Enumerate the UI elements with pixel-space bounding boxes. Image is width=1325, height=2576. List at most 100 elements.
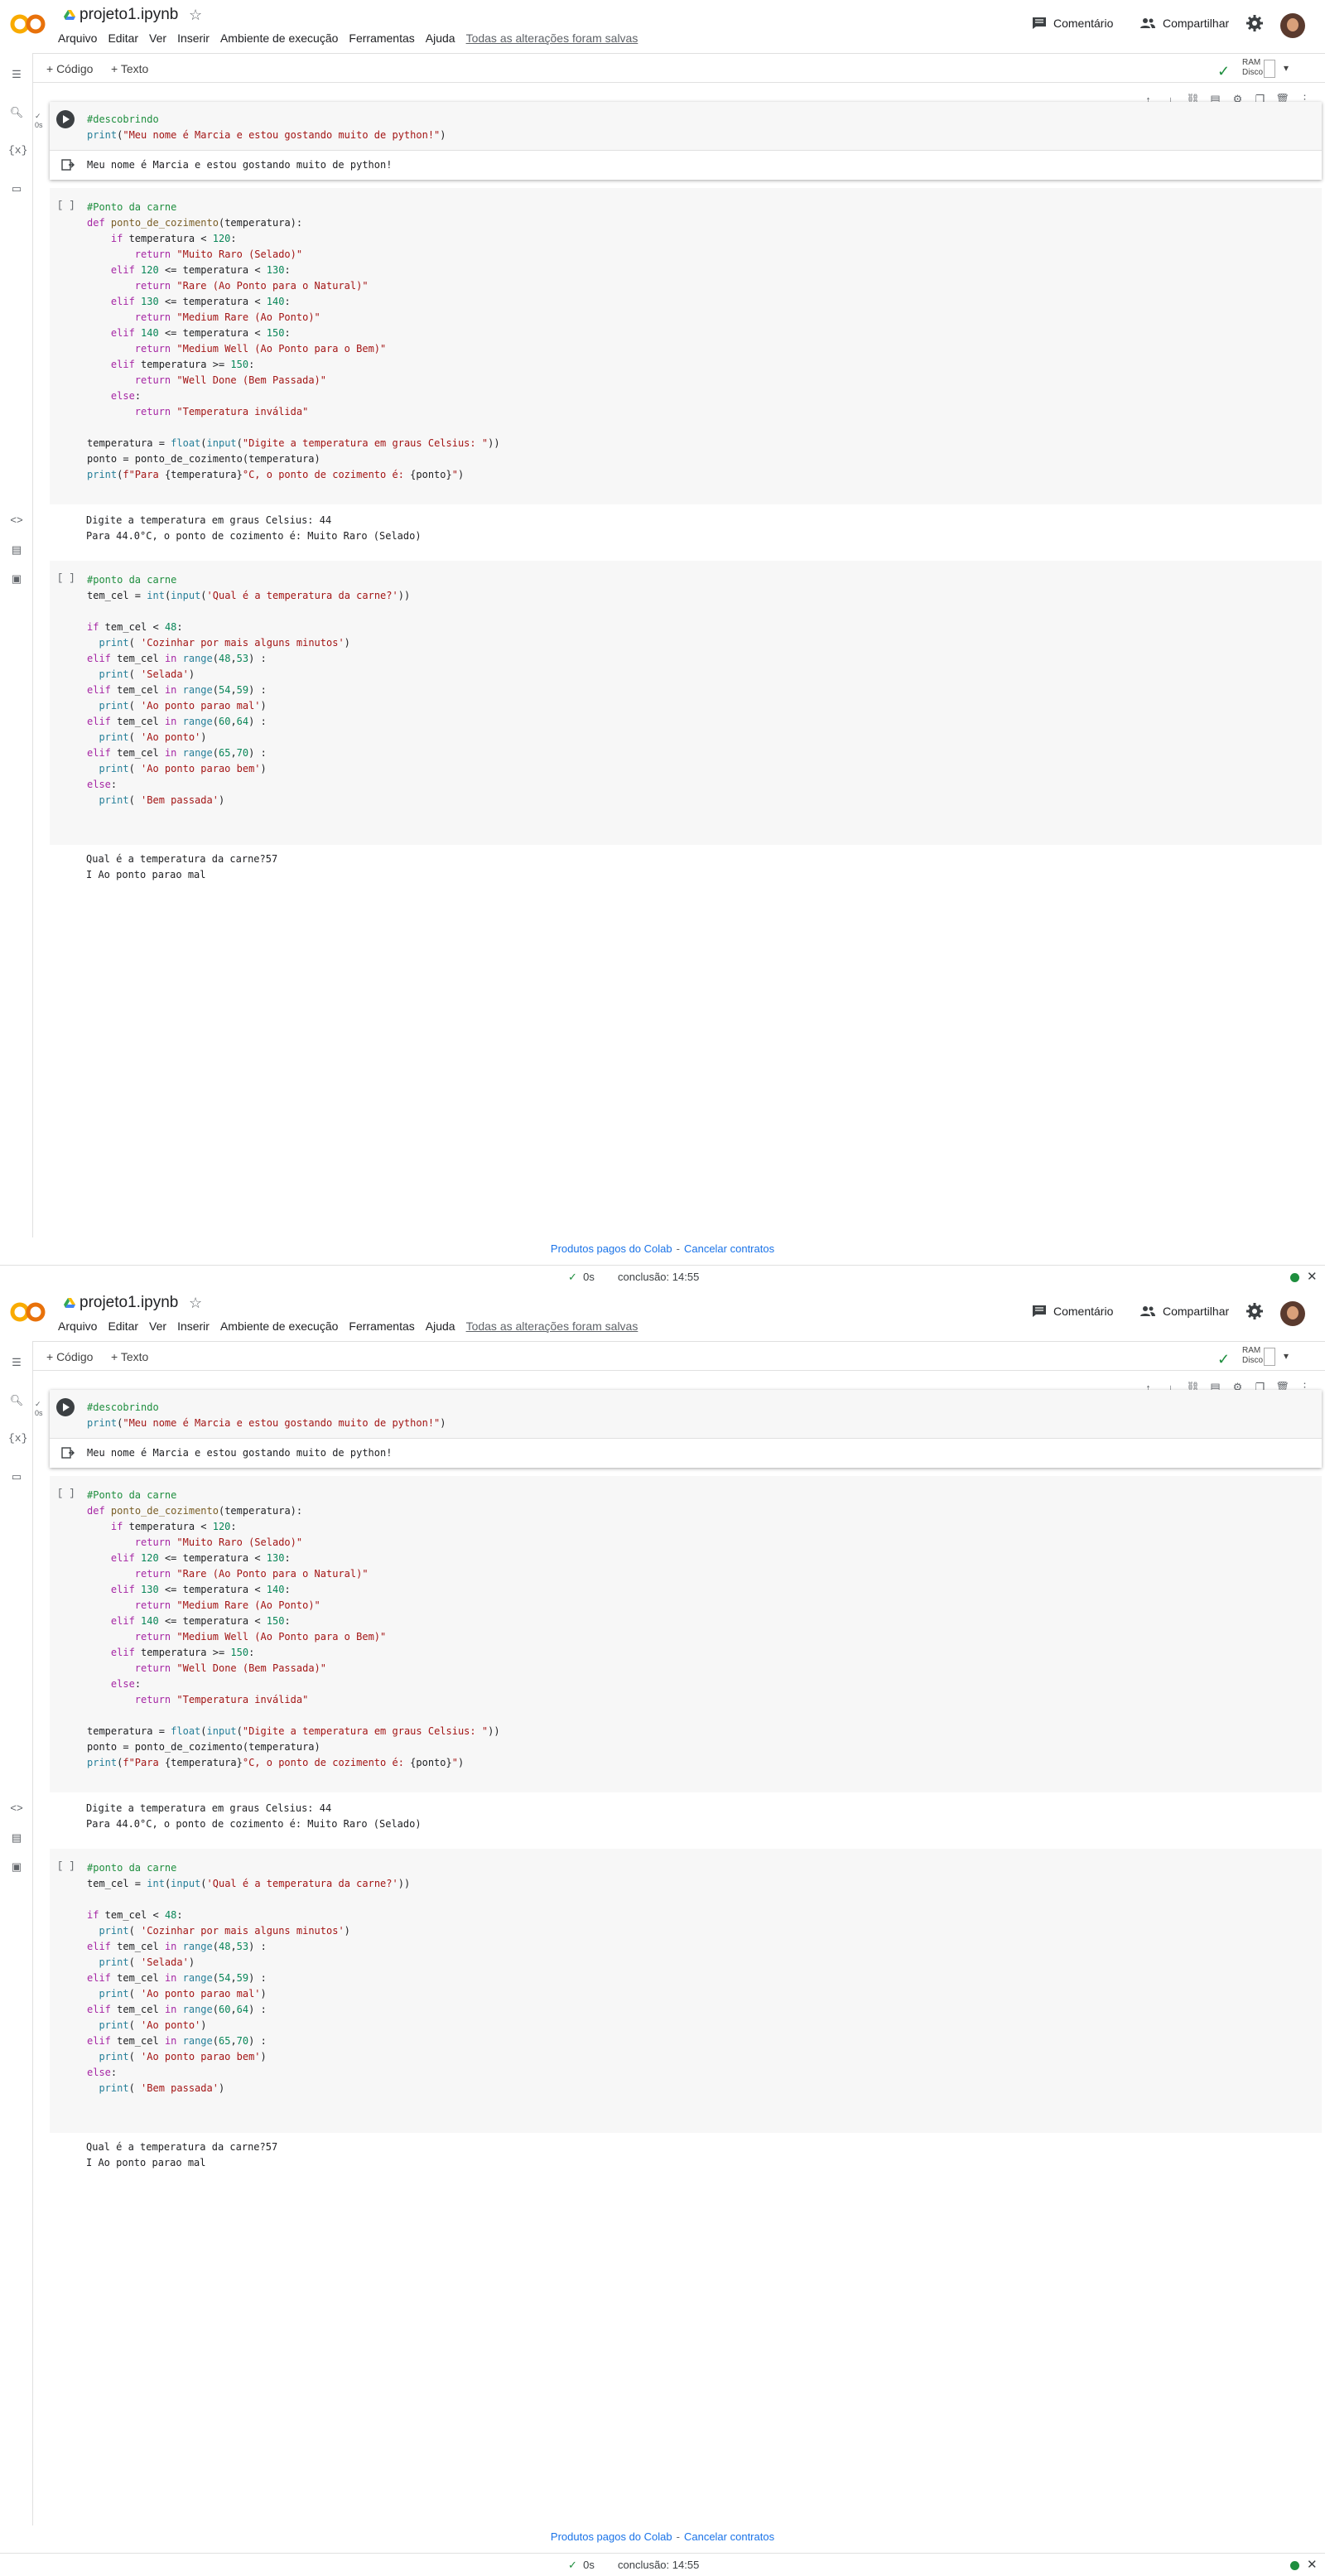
menu-arquivo[interactable]: Arquivo [58,1319,97,1333]
cell-1-output: Meu nome é Marcia e estou gostando muito… [87,1447,393,1459]
status-bar: ✓ 0s conclusão: 14:55 ✕ [0,2553,1325,2576]
code-cell-1[interactable]: #descobrindo print("Meu nome é Marcia e … [50,1390,1322,1468]
close-icon[interactable]: ✕ [1307,2557,1318,2572]
gear-icon[interactable] [1246,1303,1263,1319]
menu-arquivo[interactable]: Arquivo [58,31,97,45]
colab-logo-icon[interactable] [10,1301,46,1323]
run-cell-button[interactable]: [ ] [57,1488,75,1499]
run-cell-button[interactable]: [ ] [57,572,75,584]
code-cell-3[interactable]: [ ] #ponto da carne tem_cel = int(input(… [50,561,1322,845]
code-snippets-icon[interactable]: <> [8,1802,25,1819]
variables-icon[interactable]: {x} [8,144,27,161]
connection-status-dot [1290,2561,1299,2570]
connection-status-dot [1290,1273,1299,1282]
notebook-toolbar: + Código + Texto ✓ RAMDisco ▾ ⌃ [33,1341,1325,1371]
cell-2-code[interactable]: #Ponto da carne def ponto_de_cozimento(t… [87,1488,500,1771]
menu-ver[interactable]: Ver [149,31,166,45]
footer-links: Produtos pagos do Colab - Cancelar contrat… [550,2530,775,2543]
code-cell-2[interactable]: [ ] #Ponto da carne def ponto_de_cozimen… [50,1476,1322,1792]
add-text-button[interactable]: + Texto [111,62,148,75]
folder-icon[interactable]: ▭ [8,1470,25,1487]
gear-icon[interactable] [1246,15,1263,31]
comment-button[interactable]: Comentário [1032,1305,1113,1318]
footer-links: Produtos pagos do Colab - Cancelar contrat… [550,1242,775,1255]
paid-products-link[interactable]: Produtos pagos do Colab [551,2530,672,2543]
disk-label: Disco [1242,1356,1264,1365]
connected-check-icon: ✓ [1217,1351,1231,1368]
add-text-button[interactable]: + Texto [111,1350,148,1363]
share-label: Compartilhar [1163,17,1230,30]
cell-1-code[interactable]: #descobrindo print("Meu nome é Marcia e … [87,1400,446,1431]
terminal-icon[interactable]: ▣ [8,1860,25,1877]
code-cell-3[interactable]: [ ] #ponto da carne tem_cel = int(input(… [50,1849,1322,2133]
saved-status-link[interactable]: Todas as alterações foram salvas [466,31,638,45]
notebook-title[interactable]: projeto1.ipynb [80,6,178,24]
resource-monitor[interactable]: ✓ RAM Disco ▾ [1217,58,1300,80]
cell-3-output-line-2: I Ao ponto parao mal [86,2157,206,2168]
resource-monitor[interactable]: ✓ RAM Disco ▾ [1217,1346,1300,1368]
close-icon[interactable]: ✕ [1307,1269,1318,1284]
share-button[interactable]: Compartilhar [1140,17,1229,30]
run-cell-button[interactable]: [ ] [57,1860,75,1872]
comment-button[interactable]: Comentário [1032,17,1113,30]
avatar[interactable] [1280,13,1305,38]
menu-ferramentas[interactable]: Ferramentas [349,1319,414,1333]
search-icon[interactable]: 🔍︎ [8,106,25,123]
menu-ambiente[interactable]: Ambiente de execução [220,1319,338,1333]
cell-3-code[interactable]: #ponto da carne tem_cel = int(input('Qua… [87,572,410,808]
toc-icon[interactable]: ☰ [8,1356,25,1372]
code-snippets-icon[interactable]: <> [8,514,25,531]
colab-window: projeto1.ipynb ☆ Arquivo Editar Ver Inse… [0,0,1325,1288]
menu-ferramentas[interactable]: Ferramentas [349,31,414,45]
people-icon [1140,1306,1155,1316]
menu-editar[interactable]: Editar [108,31,138,45]
cell-3-output-line-1: Qual é a temperatura da carne?57 [86,2141,278,2153]
cell-1-code[interactable]: #descobrindo print("Meu nome é Marcia e … [87,112,446,143]
code-cell-2[interactable]: [ ] #Ponto da carne def ponto_de_cozimen… [50,188,1322,504]
paid-products-link[interactable]: Produtos pagos do Colab [551,1242,672,1255]
menu-inserir[interactable]: Inserir [177,1319,210,1333]
folder-icon[interactable]: ▭ [8,182,25,199]
cell-2-output-line-2: Para 44.0°C, o ponto de cozimento é: Mui… [86,530,422,542]
cancel-contracts-link[interactable]: Cancelar contratos [684,2530,774,2543]
chevron-down-icon[interactable]: ▾ [1284,1350,1289,1362]
variables-icon[interactable]: {x} [8,1432,27,1449]
command-palette-icon[interactable]: ▤ [8,543,25,560]
clear-output-icon[interactable] [61,1447,75,1459]
colab-logo-icon[interactable] [10,13,46,35]
code-cell-1[interactable]: #descobrindo print("Meu nome é Marcia e … [50,102,1322,180]
resource-bars [1264,1348,1275,1366]
toc-icon[interactable]: ☰ [8,68,25,84]
menu-ver[interactable]: Ver [149,1319,166,1333]
cell-3-code[interactable]: #ponto da carne tem_cel = int(input('Qua… [87,1860,410,2096]
status-completion: conclusão: 14:55 [618,1271,700,1283]
star-icon[interactable]: ☆ [189,1295,202,1312]
run-cell-button[interactable] [56,1398,75,1416]
menu-ajuda[interactable]: Ajuda [426,31,455,45]
colab-window: projeto1.ipynb ☆ Arquivo Editar Ver Inse… [0,1288,1325,2576]
saved-status-link[interactable]: Todas as alterações foram salvas [466,1319,638,1333]
share-button[interactable]: Compartilhar [1140,1305,1229,1318]
cancel-contracts-link[interactable]: Cancelar contratos [684,1242,774,1255]
resource-bars [1264,60,1275,78]
add-code-button[interactable]: + Código [46,1350,93,1363]
search-icon[interactable]: 🔍︎ [8,1394,25,1411]
star-icon[interactable]: ☆ [189,7,202,24]
menu-ajuda[interactable]: Ajuda [426,1319,455,1333]
run-cell-button[interactable]: [ ] [57,200,75,211]
terminal-icon[interactable]: ▣ [8,572,25,589]
avatar[interactable] [1280,1301,1305,1326]
menu-ambiente[interactable]: Ambiente de execução [220,31,338,45]
add-code-button[interactable]: + Código [46,62,93,75]
run-cell-button[interactable] [56,110,75,128]
menu-inserir[interactable]: Inserir [177,31,210,45]
command-palette-icon[interactable]: ▤ [8,1831,25,1848]
chevron-down-icon[interactable]: ▾ [1284,62,1289,74]
notebook-title[interactable]: projeto1.ipynb [80,1294,178,1312]
clear-output-icon[interactable] [61,159,75,171]
comment-icon [1033,17,1046,29]
left-sidebar: ☰ 🔍︎ {x} ▭ <> ▤ ▣ [0,53,33,1237]
cell-2-code[interactable]: #Ponto da carne def ponto_de_cozimento(t… [87,200,500,483]
menu-editar[interactable]: Editar [108,1319,138,1333]
ram-label: RAM [1242,58,1261,67]
